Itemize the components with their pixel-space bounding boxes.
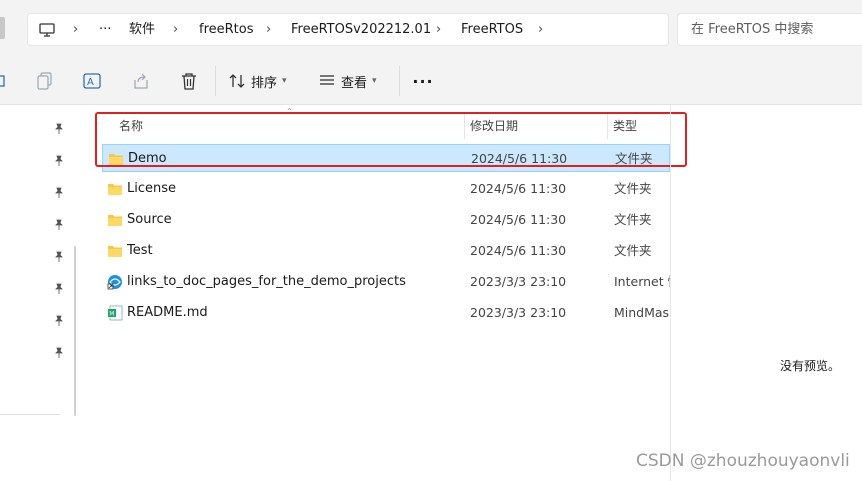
pin-icon[interactable] bbox=[53, 251, 65, 263]
file-date: 2024/5/6 11:30 bbox=[470, 181, 567, 196]
pin-icon[interactable] bbox=[53, 155, 65, 167]
file-type: 文件夹 bbox=[614, 243, 652, 258]
breadcrumb-freertos[interactable]: freeRtos bbox=[199, 14, 254, 45]
sort-label: 排序 bbox=[251, 75, 278, 91]
svg-text:A: A bbox=[87, 77, 94, 88]
preview-empty-message: 没有预览。 bbox=[780, 359, 841, 373]
chevron-down-icon: ▾ bbox=[282, 76, 287, 86]
column-header-name[interactable]: 名称 bbox=[119, 113, 143, 139]
chevron-right-icon: › bbox=[266, 22, 272, 37]
rename-icon[interactable]: A bbox=[78, 58, 106, 104]
file-name: README.md bbox=[127, 305, 208, 320]
pin-icon[interactable] bbox=[53, 123, 65, 135]
file-type: 文件夹 bbox=[614, 181, 652, 196]
file-date: 2024/5/6 11:30 bbox=[470, 243, 567, 258]
sort-icon bbox=[229, 74, 245, 88]
breadcrumb-software[interactable]: 软件 bbox=[129, 14, 155, 45]
preview-pane-divider[interactable] bbox=[670, 105, 671, 481]
more-options-button[interactable]: ··· bbox=[408, 58, 438, 104]
file-type: MindMas bbox=[614, 305, 670, 320]
file-name: Source bbox=[127, 212, 172, 227]
breadcrumb-more[interactable]: ··· bbox=[99, 14, 111, 45]
file-row-readme[interactable]: M README.md 2023/3/3 23:10 MindMas bbox=[102, 299, 670, 327]
folder-icon bbox=[108, 184, 122, 195]
chevron-right-icon: › bbox=[173, 22, 179, 37]
file-row-source[interactable]: Source 2024/5/6 11:30 文件夹 bbox=[102, 206, 670, 234]
view-icon bbox=[320, 75, 334, 85]
share-icon[interactable] bbox=[127, 58, 155, 104]
pin-icon[interactable] bbox=[53, 315, 65, 327]
svg-text:M: M bbox=[109, 311, 114, 318]
toolbar-divider bbox=[215, 66, 216, 96]
window-edge bbox=[0, 17, 5, 39]
address-bar[interactable]: › ··· 软件 › freeRtos › FreeRTOSv202212.01… bbox=[27, 13, 669, 46]
sort-button[interactable]: 排序 ▾ bbox=[229, 58, 299, 104]
search-placeholder: 在 FreeRTOS 中搜索 bbox=[691, 22, 814, 37]
file-date: 2023/3/3 23:10 bbox=[470, 305, 567, 320]
file-date: 2024/5/6 11:30 bbox=[470, 212, 567, 227]
file-row-license[interactable]: License 2024/5/6 11:30 文件夹 bbox=[102, 175, 670, 203]
this-pc-icon[interactable] bbox=[39, 22, 55, 41]
file-name: Test bbox=[127, 243, 153, 258]
file-date: 2023/3/3 23:10 bbox=[470, 274, 567, 289]
breadcrumb-freertos-folder[interactable]: FreeRTOS bbox=[461, 14, 523, 45]
nav-scrollbar[interactable] bbox=[74, 246, 76, 416]
file-name: License bbox=[127, 181, 177, 196]
file-name: Demo bbox=[128, 151, 167, 166]
chevron-right-icon: › bbox=[73, 22, 79, 37]
pin-icon[interactable] bbox=[53, 219, 65, 231]
navigation-pane bbox=[0, 105, 93, 481]
watermark: CSDN @zhouzhouyaonvli bbox=[636, 451, 850, 471]
file-row-test[interactable]: Test 2024/5/6 11:30 文件夹 bbox=[102, 237, 670, 265]
folder-icon bbox=[108, 246, 122, 257]
search-input[interactable]: 在 FreeRTOS 中搜索 bbox=[677, 13, 862, 46]
internet-shortcut-icon bbox=[107, 275, 122, 290]
file-type: 文件夹 bbox=[615, 151, 653, 166]
delete-icon[interactable] bbox=[175, 58, 203, 104]
chevron-right-icon: › bbox=[436, 22, 442, 37]
folder-icon bbox=[108, 215, 122, 226]
column-resize-handle[interactable] bbox=[607, 113, 608, 139]
folder-icon bbox=[109, 154, 123, 165]
toolbar-divider bbox=[399, 66, 400, 96]
file-date: 2024/5/6 11:30 bbox=[471, 151, 568, 166]
command-bar: A 排序 ▾ 查看 ▾ ··· bbox=[0, 58, 862, 105]
chevron-down-icon: ▾ bbox=[372, 76, 377, 86]
file-type: 文件夹 bbox=[614, 212, 652, 227]
file-type: Internet 快 bbox=[614, 274, 670, 289]
cut-icon[interactable] bbox=[0, 58, 8, 104]
view-button[interactable]: 查看 ▾ bbox=[319, 58, 389, 104]
sort-indicator-icon: ⌃ bbox=[286, 107, 293, 116]
chevron-right-icon[interactable]: › bbox=[538, 14, 543, 45]
column-header-date[interactable]: 修改日期 bbox=[470, 113, 518, 139]
file-row-demo[interactable]: Demo 2024/5/6 11:30 文件夹 bbox=[102, 144, 670, 172]
pin-icon[interactable] bbox=[53, 187, 65, 199]
pin-icon[interactable] bbox=[53, 283, 65, 295]
file-row-links[interactable]: links_to_doc_pages_for_the_demo_projects… bbox=[102, 268, 670, 296]
column-resize-handle[interactable] bbox=[464, 113, 465, 139]
copy-icon[interactable] bbox=[31, 58, 59, 104]
view-label: 查看 bbox=[341, 75, 368, 91]
breadcrumb-freertos-version[interactable]: FreeRTOSv202212.01 bbox=[291, 14, 431, 45]
address-toolbar: › ··· 软件 › freeRtos › FreeRTOSv202212.01… bbox=[0, 0, 862, 58]
column-header-type[interactable]: 类型 bbox=[613, 113, 637, 139]
file-name: links_to_doc_pages_for_the_demo_projects bbox=[127, 274, 406, 289]
mindmaster-file-icon: M bbox=[108, 305, 123, 321]
pin-icon[interactable] bbox=[53, 347, 65, 359]
nav-divider bbox=[0, 414, 60, 415]
